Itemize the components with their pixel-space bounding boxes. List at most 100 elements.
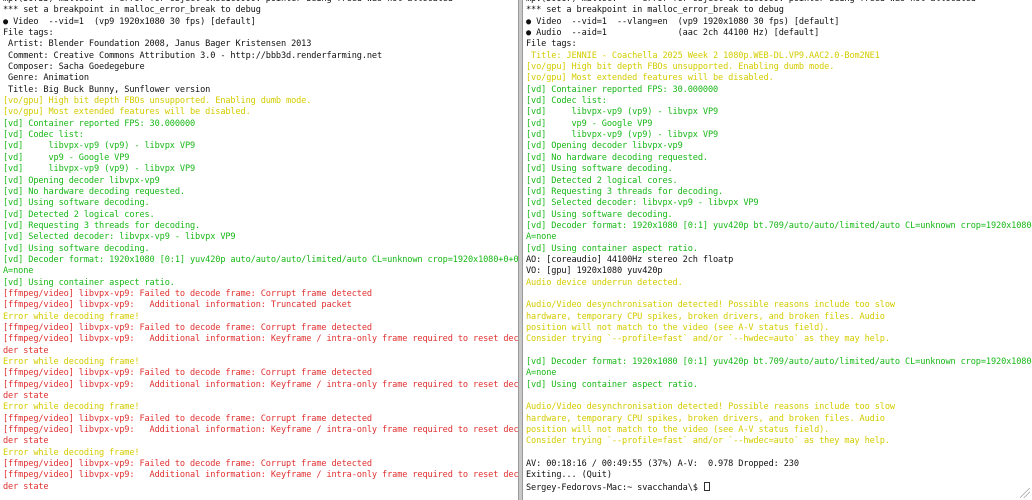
right-terminal-line: [vd] Codec list: bbox=[526, 96, 1032, 107]
left-terminal-line: [vd] libvpx-vp9 (vp9) - libvpx VP9 bbox=[3, 141, 518, 152]
right-terminal-line: Consider trying `--profile=fast` and/or … bbox=[526, 436, 1032, 447]
left-terminal-line-text: der state bbox=[3, 481, 49, 492]
right-terminal-line: ● Audio --aid=1 (aac 2ch 44100 Hz) [defa… bbox=[526, 28, 1032, 39]
left-terminal-line-text: [vd] libvpx-vp9 (vp9) - libvpx VP9 bbox=[3, 164, 196, 175]
left-terminal-line-text: Composer: Sacha Goedegebure bbox=[3, 62, 145, 73]
right-terminal-line-text: [vd] Detected 2 logical cores. bbox=[526, 175, 678, 186]
right-terminal-line-text: AV: 00:18:16 / 00:49:55 (37%) A-V: 0.978… bbox=[526, 459, 799, 470]
left-terminal-line: der state bbox=[3, 482, 518, 493]
left-terminal-line: [ffmpeg/video] libvpx-vp9: Failed to dec… bbox=[3, 289, 518, 300]
right-terminal-line: [vd] libvpx-vp9 (vp9) - libvpx VP9 bbox=[526, 130, 1032, 141]
right-terminal-output: mpv(50667) malloc: *** error for object … bbox=[526, 0, 1032, 493]
left-terminal-line: der state bbox=[3, 436, 518, 447]
right-terminal-line: VO: [gpu] 1920x1080 yuv420p bbox=[526, 266, 1032, 277]
left-terminal-line-text: [vd] vp9 - Google VP9 bbox=[3, 152, 130, 163]
right-terminal-line: position will not match to the video (se… bbox=[526, 425, 1032, 436]
right-terminal-line-text: ● Audio --aid=1 (aac 2ch 44100 Hz) [defa… bbox=[526, 28, 820, 39]
left-terminal-line: [vd] Codec list: bbox=[3, 130, 518, 141]
right-terminal-line: [vd] Using software decoding. bbox=[526, 210, 1032, 221]
left-terminal-line: [vd] Opening decoder libvpx-vp9 bbox=[3, 176, 518, 187]
right-terminal-line: [vd] libvpx-vp9 (vp9) - libvpx VP9 bbox=[526, 107, 1032, 118]
right-terminal-line-text: position will not match to the video (se… bbox=[526, 425, 830, 436]
right-terminal-line-text: ● Video --vid=1 --vlang=en (vp9 1920x108… bbox=[526, 16, 840, 27]
left-terminal-line-text: Error while decoding frame! bbox=[3, 357, 140, 367]
right-terminal-line: [vd] Detected 2 logical cores. bbox=[526, 176, 1032, 187]
right-terminal-line: [vd] vp9 - Google VP9 bbox=[526, 119, 1032, 130]
right-terminal-line-text: Audio device underrun detected. bbox=[526, 277, 683, 288]
left-terminal-pane[interactable]: mpv(50733) malloc: *** error for object … bbox=[0, 0, 518, 500]
left-terminal-line-text: [vd] Using software decoding. bbox=[3, 243, 150, 254]
right-terminal-line-text: hardware, temporary CPU spikes, broken d… bbox=[526, 413, 885, 424]
right-terminal-line: Exiting... (Quit) bbox=[526, 470, 1032, 481]
right-terminal-line: Audio/Video desynchronisation detected! … bbox=[526, 402, 1032, 413]
right-terminal-line-text: Consider trying `--profile=fast` and/or … bbox=[526, 334, 890, 345]
right-terminal-line: hardware, temporary CPU spikes, broken d… bbox=[526, 414, 1032, 425]
right-terminal-line-text: [vd] Decoder format: 1920x1080 [0:1] yuv… bbox=[526, 220, 1032, 231]
right-terminal-line: A=none bbox=[526, 232, 1032, 243]
resize-grip-icon[interactable] bbox=[1020, 488, 1030, 498]
right-terminal-line: [vd] Container reported FPS: 30.000000 bbox=[526, 85, 1032, 96]
right-terminal-line-text: [vd] libvpx-vp9 (vp9) - libvpx VP9 bbox=[526, 107, 719, 118]
left-terminal-line-text: [ffmpeg/video] libvpx-vp9: Failed to dec… bbox=[3, 368, 372, 379]
left-terminal-line: [vd] libvpx-vp9 (vp9) - libvpx VP9 bbox=[3, 164, 518, 175]
right-terminal-line-text: [vd] Using container aspect ratio. bbox=[526, 379, 698, 390]
right-terminal-line-text: [vo/gpu] High bit depth FBOs unsupported… bbox=[526, 62, 835, 73]
right-terminal-line: position will not match to the video (se… bbox=[526, 323, 1032, 334]
left-terminal-line: [vd] No hardware decoding requested. bbox=[3, 187, 518, 198]
left-terminal-line: [ffmpeg/video] libvpx-vp9: Additional in… bbox=[3, 425, 518, 436]
right-terminal-line bbox=[526, 346, 1032, 357]
left-terminal-line-text: [vd] libvpx-vp9 (vp9) - libvpx VP9 bbox=[3, 141, 196, 152]
right-terminal-line: Title: JENNIE - Coachella 2025 Week 2 10… bbox=[526, 51, 1032, 62]
left-terminal-line: [ffmpeg/video] libvpx-vp9: Failed to dec… bbox=[3, 414, 518, 425]
left-terminal-line-text: Error while decoding frame! bbox=[3, 402, 140, 413]
left-terminal-output: mpv(50733) malloc: *** error for object … bbox=[3, 0, 518, 493]
right-terminal-line: hardware, temporary CPU spikes, broken d… bbox=[526, 312, 1032, 323]
left-terminal-line: [vd] Requesting 3 threads for decoding. bbox=[3, 221, 518, 232]
right-terminal-line-text: [vd] Container reported FPS: 30.000000 bbox=[526, 84, 719, 95]
right-terminal-line-text: [vd] Requesting 3 threads for decoding. bbox=[526, 186, 724, 197]
left-terminal-line-text: ● Video --vid=1 (vp9 1920x1080 30 fps) [… bbox=[3, 16, 256, 27]
right-terminal-line-text: mpv(50667) malloc: *** error for object … bbox=[526, 0, 976, 4]
left-terminal-line-text: A=none bbox=[3, 266, 34, 277]
right-terminal-line-text: Title: JENNIE - Coachella 2025 Week 2 10… bbox=[526, 50, 880, 61]
left-terminal-line: [ffmpeg/video] libvpx-vp9: Failed to dec… bbox=[3, 323, 518, 334]
right-terminal-line-text: [vd] Opening decoder libvpx-vp9 bbox=[526, 141, 683, 152]
left-terminal-line: [ffmpeg/video] libvpx-vp9: Failed to dec… bbox=[3, 368, 518, 379]
right-terminal-line: A=none bbox=[526, 368, 1032, 379]
left-terminal-line: [ffmpeg/video] libvpx-vp9: Additional in… bbox=[3, 470, 518, 481]
right-terminal-line-text: Audio/Video desynchronisation detected! … bbox=[526, 300, 895, 311]
right-terminal-line-text: hardware, temporary CPU spikes, broken d… bbox=[526, 311, 885, 322]
right-terminal-line: [vd] Using container aspect ratio. bbox=[526, 380, 1032, 391]
right-terminal-line: AV: 00:18:16 / 00:49:55 (37%) A-V: 0.978… bbox=[526, 459, 1032, 470]
left-terminal-line: [vd] Selected decoder: libvpx-vp9 - libv… bbox=[3, 232, 518, 243]
left-terminal-line: File tags: bbox=[3, 28, 518, 39]
left-terminal-line-text: File tags: bbox=[3, 28, 54, 39]
right-terminal-line-text: position will not match to the video (se… bbox=[526, 322, 830, 333]
left-terminal-line: Comment: Creative Commons Attribution 3.… bbox=[3, 51, 518, 62]
left-terminal-line: Error while decoding frame! bbox=[3, 312, 518, 323]
left-terminal-line-text: Artist: Blender Foundation 2008, Janus B… bbox=[3, 39, 312, 50]
left-terminal-line-text: [vo/gpu] High bit depth FBOs unsupported… bbox=[3, 96, 312, 107]
left-terminal-line-text: Comment: Creative Commons Attribution 3.… bbox=[3, 50, 383, 61]
left-terminal-line: [vd] Using software decoding. bbox=[3, 198, 518, 209]
left-terminal-line-text: [ffmpeg/video] libvpx-vp9: Additional in… bbox=[3, 379, 518, 390]
left-terminal-line: A=none bbox=[3, 266, 518, 277]
left-terminal-line: Error while decoding frame! bbox=[3, 357, 518, 368]
left-terminal-line-text: Title: Big Buck Bunny, Sunflower version bbox=[3, 84, 211, 95]
right-terminal-line-text: Exiting... (Quit) bbox=[526, 470, 612, 481]
left-terminal-line: [ffmpeg/video] libvpx-vp9: Additional in… bbox=[3, 300, 518, 311]
right-terminal-line-text: [vd] libvpx-vp9 (vp9) - libvpx VP9 bbox=[526, 130, 719, 141]
left-terminal-line: [vo/gpu] High bit depth FBOs unsupported… bbox=[3, 96, 518, 107]
right-terminal-line: AO: [coreaudio] 44100Hz stereo 2ch float… bbox=[526, 255, 1032, 266]
right-terminal-line-text: A=none bbox=[526, 368, 557, 379]
right-terminal-line-text: [vd] Using container aspect ratio. bbox=[526, 243, 698, 254]
right-terminal-line: [vd] Decoder format: 1920x1080 [0:1] yuv… bbox=[526, 357, 1032, 368]
left-terminal-line: [vd] Detected 2 logical cores. bbox=[3, 210, 518, 221]
right-terminal-line bbox=[526, 448, 1032, 459]
right-terminal-line: Audio/Video desynchronisation detected! … bbox=[526, 300, 1032, 311]
left-terminal-line-text: [vd] No hardware decoding requested. bbox=[3, 186, 185, 197]
right-terminal-line: [vo/gpu] Most extended features will be … bbox=[526, 73, 1032, 84]
right-terminal-pane[interactable]: mpv(50667) malloc: *** error for object … bbox=[523, 0, 1032, 500]
right-terminal-line-text: [vd] Selected decoder: libvpx-vp9 - libv… bbox=[526, 198, 759, 209]
right-terminal-line-text: [vd] Decoder format: 1920x1080 [0:1] yuv… bbox=[526, 357, 1032, 367]
